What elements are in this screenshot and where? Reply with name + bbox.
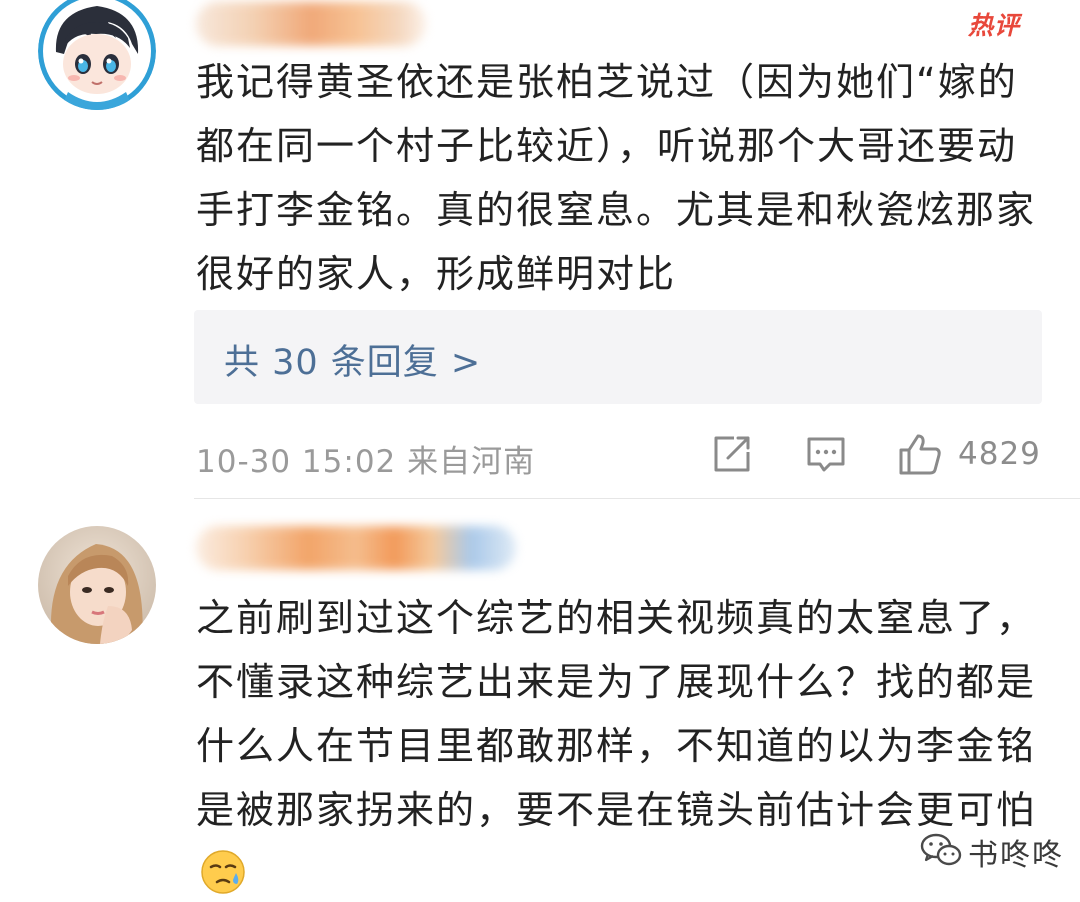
anime-avatar-image bbox=[38, 0, 156, 110]
portrait-avatar-image bbox=[38, 526, 156, 644]
like-count: 4829 bbox=[958, 436, 1041, 472]
view-replies-link[interactable]: 共 30 条回复 > bbox=[224, 334, 481, 385]
share-icon[interactable] bbox=[712, 434, 752, 474]
hot-comment-badge: 热评 bbox=[968, 11, 1021, 40]
comment-meta: 10-30 15:02 来自河南 4829 bbox=[196, 432, 1042, 480]
username-redacted[interactable] bbox=[196, 2, 426, 46]
comment-card: 热评 我记得黄圣依还是张柏芝说过（因为她们“嫁的都在同一个村子比较近），听说那个… bbox=[0, 0, 1080, 500]
divider bbox=[194, 498, 1080, 499]
wechat-icon bbox=[920, 832, 962, 872]
watermark-text: 书咚咚 bbox=[968, 838, 1064, 873]
timestamp-location: 10-30 15:02 来自河南 bbox=[196, 444, 536, 480]
comment-icon[interactable] bbox=[806, 434, 846, 474]
avatar[interactable] bbox=[38, 526, 156, 644]
avatar[interactable] bbox=[38, 0, 156, 110]
comment-text-content: 之前刷到过这个综艺的相关视频真的太窒息了，不懂录这种综艺出来是为了展现什么？找的… bbox=[196, 596, 1037, 832]
comment-text: 之前刷到过这个综艺的相关视频真的太窒息了，不懂录这种综艺出来是为了展现什么？找的… bbox=[196, 586, 1046, 902]
comment-card: 之前刷到过这个综艺的相关视频真的太窒息了，不懂录这种综艺出来是为了展现什么？找的… bbox=[0, 500, 1080, 902]
replies-box[interactable]: 共 30 条回复 > bbox=[194, 310, 1042, 404]
comment-feed: 热评 我记得黄圣依还是张柏芝说过（因为她们“嫁的都在同一个村子比较近），听说那个… bbox=[0, 0, 1080, 902]
watermark: 书咚咚 bbox=[920, 832, 1064, 873]
cold-sweat-emoji bbox=[200, 849, 246, 895]
like-icon[interactable] bbox=[898, 432, 942, 476]
username-redacted[interactable] bbox=[196, 526, 516, 570]
comment-text: 我记得黄圣依还是张柏芝说过（因为她们“嫁的都在同一个村子比较近），听说那个大哥还… bbox=[196, 60, 1037, 296]
